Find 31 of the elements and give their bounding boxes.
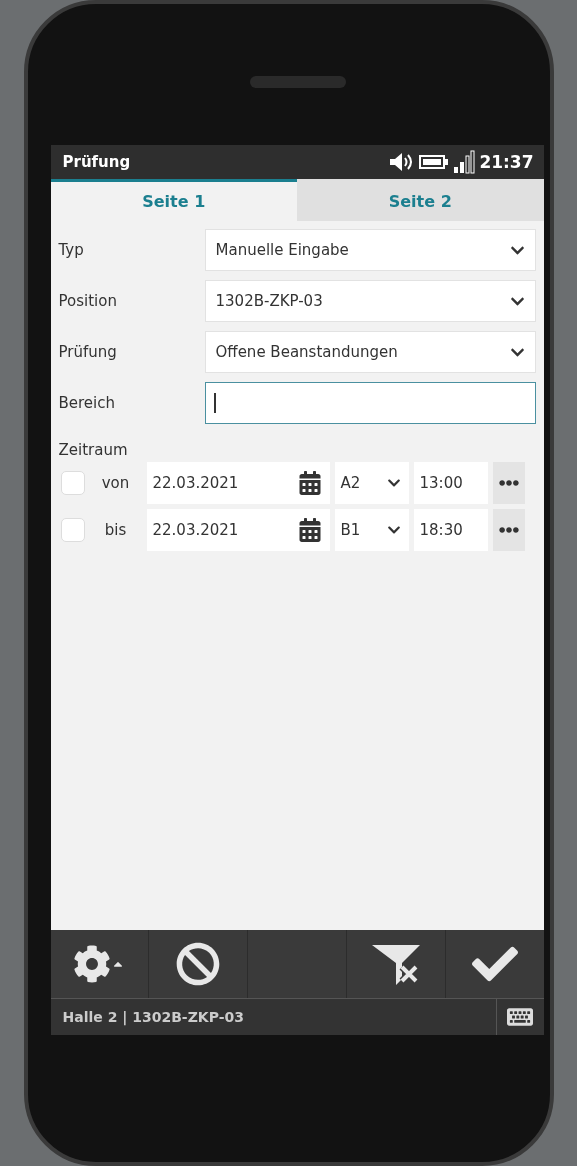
battery-icon [419,154,450,170]
app-title: Prüfung [62,153,132,171]
dropdown-field[interactable]: Offene Beanstandungen [204,331,536,373]
dropdown-field[interactable]: 1302B-ZKP-03 [204,280,536,322]
tab[interactable]: Seite 2 [297,179,544,221]
field-label: Typ [58,241,85,259]
more-button[interactable] [492,509,525,551]
input-field[interactable] [204,382,536,424]
field-label: Prüfung [58,343,118,361]
prohibited-icon [176,942,221,986]
time-field[interactable]: 13:00 [413,462,488,504]
checkbox[interactable] [60,518,85,542]
row-label: bis [103,521,128,539]
signal-icon [453,150,476,174]
shift-dropdown[interactable]: A2 [334,462,409,504]
date-field[interactable]: 22.03.2021 [146,509,330,551]
calendar-icon [297,518,322,542]
section-label: Zeitraum [58,441,129,459]
text-cursor [213,393,216,413]
checkbox[interactable] [60,471,85,495]
date-field[interactable]: 22.03.2021 [146,462,330,504]
shift-dropdown[interactable]: B1 [334,509,409,551]
row-label: von [100,474,131,492]
field-label: Position [58,292,118,310]
time-field[interactable]: 18:30 [413,509,488,551]
dropdown-field[interactable]: Manuelle Eingabe [204,229,536,271]
more-button[interactable] [492,462,525,504]
field-label: Bereich [58,394,116,412]
clock-time: 21:37 [479,152,534,172]
calendar-icon [297,471,322,495]
location-text: Halle 2 | 1302B-ZKP-03 [61,1009,245,1025]
